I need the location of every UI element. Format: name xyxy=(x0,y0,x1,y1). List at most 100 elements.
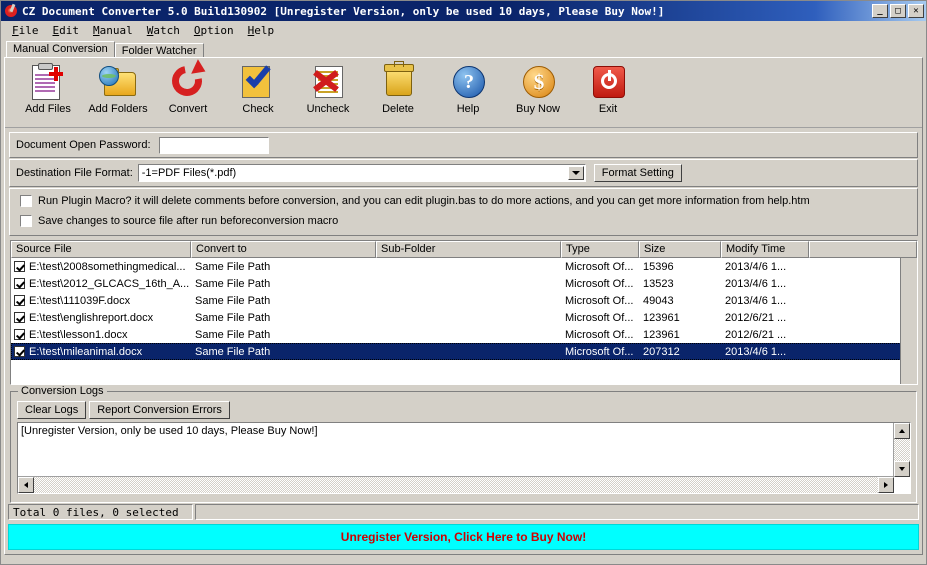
destination-format-label: Destination File Format: xyxy=(16,167,133,179)
cell-modified: 2013/4/6 1... xyxy=(725,294,787,307)
cell-modified: 2012/6/21 ... xyxy=(725,328,787,341)
conversion-logs-legend: Conversion Logs xyxy=(18,385,107,397)
cell-type: Microsoft Of... xyxy=(565,260,634,273)
cell-source-file-container: E:\test\lesson1.docx xyxy=(11,329,191,341)
help-icon: ? xyxy=(446,62,490,102)
scroll-right-icon[interactable] xyxy=(878,477,894,493)
password-label: Document Open Password: xyxy=(16,139,151,151)
toolbar-delete-button[interactable]: Delete xyxy=(363,61,433,115)
menu-item-manual[interactable]: Manual xyxy=(86,23,140,38)
toolbar-delete-label: Delete xyxy=(382,103,414,115)
tab-manual-conversion[interactable]: Manual Conversion xyxy=(6,41,115,58)
save-changes-row[interactable]: Save changes to source file after run be… xyxy=(10,211,917,231)
column-header-sub-folder[interactable]: Sub-Folder xyxy=(376,241,561,258)
column-header-spacer[interactable] xyxy=(809,241,917,258)
table-row[interactable]: E:\test\2008somethingmedical... Same File… xyxy=(11,258,917,275)
menu-item-file[interactable]: File xyxy=(5,23,46,38)
file-list[interactable]: Source File Convert to Sub-Folder Type S… xyxy=(10,240,918,385)
menu-item-edit[interactable]: Edit xyxy=(46,23,87,38)
cell-modified: 2013/4/6 1... xyxy=(725,277,787,290)
toolbar: Add Files Add Folders Convert Check Unch… xyxy=(5,58,922,128)
table-row[interactable]: E:\test\111039F.docx Same File Path Micros… xyxy=(11,292,917,309)
toolbar-buy-now-label: Buy Now xyxy=(515,103,561,115)
scroll-up-icon[interactable] xyxy=(894,423,910,439)
table-row[interactable]: E:\test\lesson1.docx Same File Path Micros… xyxy=(11,326,917,343)
toolbar-convert-label: Convert xyxy=(168,103,208,115)
save-changes-checkbox[interactable] xyxy=(20,215,32,227)
status-total-files: Total 0 files, 0 selected xyxy=(8,504,193,520)
logs-horizontal-scrollbar[interactable] xyxy=(18,476,894,493)
cell-modified: 2013/4/6 1... xyxy=(725,260,787,273)
scroll-left-icon[interactable] xyxy=(18,477,34,493)
uncheck-icon xyxy=(306,62,350,102)
table-row[interactable]: E:\test\englishreport.docx Same File Path… xyxy=(11,309,917,326)
column-header-modify-time[interactable]: Modify Time xyxy=(721,241,809,258)
column-header-source-file[interactable]: Source File xyxy=(11,241,191,258)
conversion-logs-textarea[interactable]: [Unregister Version, only be used 10 day… xyxy=(17,422,911,494)
toolbar-buy-now-button[interactable]: $ Buy Now xyxy=(503,62,573,115)
table-row[interactable]: E:\test\mileanimal.docx Same File Path Mic… xyxy=(11,343,917,360)
conversion-logs-text: [Unregister Version, only be used 10 day… xyxy=(21,425,318,437)
maximize-button[interactable]: □ xyxy=(890,4,906,18)
toolbar-add-folders-label: Add Folders xyxy=(88,103,148,115)
clear-logs-button[interactable]: Clear Logs xyxy=(17,401,87,419)
password-input[interactable] xyxy=(158,136,269,154)
toolbar-uncheck-label: Uncheck xyxy=(306,103,350,115)
toolbar-exit-button[interactable]: Exit xyxy=(573,62,643,115)
cell-modified: 2013/4/6 1... xyxy=(725,345,787,358)
chevron-down-icon[interactable] xyxy=(567,166,584,180)
column-header-type[interactable]: Type xyxy=(561,241,639,258)
logs-vertical-scrollbar[interactable] xyxy=(893,423,910,477)
table-row[interactable]: E:\test\2012_GLCACS_16th_A... Same File P… xyxy=(11,275,917,292)
menu-item-watch[interactable]: Watch xyxy=(140,23,187,38)
cell-source-file: E:\test\lesson1.docx xyxy=(29,328,128,341)
toolbar-exit-label: Exit xyxy=(598,103,618,115)
cell-type: Microsoft Of... xyxy=(565,277,634,290)
cell-source-file-container: E:\test\englishreport.docx xyxy=(11,312,191,324)
row-checkbox[interactable] xyxy=(14,278,25,289)
minimize-button[interactable]: _ xyxy=(872,4,888,18)
cell-source-file-container: E:\test\2008somethingmedical... xyxy=(11,261,191,273)
destination-format-select[interactable]: -1=PDF Files(*.pdf) xyxy=(137,164,586,182)
status-bar: Total 0 files, 0 selected xyxy=(8,504,919,520)
maximize-icon: □ xyxy=(895,5,901,16)
scroll-down-icon[interactable] xyxy=(894,461,910,477)
toolbar-add-folders-button[interactable]: Add Folders xyxy=(83,62,153,115)
plugin-macro-checkbox[interactable] xyxy=(20,195,32,207)
plugin-macro-row[interactable]: Run Plugin Macro? it will delete comment… xyxy=(10,191,917,211)
toolbar-convert-button[interactable]: Convert xyxy=(153,59,223,115)
column-header-convert-to[interactable]: Convert to xyxy=(191,241,376,258)
row-checkbox[interactable] xyxy=(14,261,25,272)
convert-icon xyxy=(166,59,210,102)
close-button[interactable]: ✕ xyxy=(908,4,924,18)
buy-now-banner[interactable]: Unregister Version, Click Here to Buy No… xyxy=(8,524,919,550)
cell-modified: 2012/6/21 ... xyxy=(725,311,787,324)
row-checkbox[interactable] xyxy=(14,312,25,323)
row-checkbox[interactable] xyxy=(14,329,25,340)
cell-source-file-container: E:\test\2012_GLCACS_16th_A... xyxy=(11,278,191,290)
toolbar-uncheck-button[interactable]: Uncheck xyxy=(293,62,363,115)
column-header-size[interactable]: Size xyxy=(639,241,721,258)
cell-source-file-container: E:\test\111039F.docx xyxy=(11,295,191,307)
cell-size: 207312 xyxy=(643,345,680,358)
file-list-scrollbar[interactable] xyxy=(900,258,917,384)
file-list-header: Source File Convert to Sub-Folder Type S… xyxy=(11,241,917,258)
log-buttons: Clear Logs Report Conversion Errors xyxy=(11,392,916,419)
report-conversion-errors-button[interactable]: Report Conversion Errors xyxy=(89,401,230,419)
toolbar-check-button[interactable]: Check xyxy=(223,62,293,115)
toolbar-add-files-button[interactable]: Add Files xyxy=(13,62,83,115)
cell-convert-to: Same File Path xyxy=(195,328,271,341)
menu-item-help[interactable]: Help xyxy=(241,23,282,38)
toolbar-help-button[interactable]: ? Help xyxy=(433,62,503,115)
cell-size: 123961 xyxy=(643,311,680,324)
cell-type: Microsoft Of... xyxy=(565,328,634,341)
cell-size: 13523 xyxy=(643,277,674,290)
plugin-macro-label: Run Plugin Macro? it will delete comment… xyxy=(38,195,810,207)
menu-item-option[interactable]: Option xyxy=(187,23,241,38)
format-setting-button[interactable]: Format Setting xyxy=(593,164,682,182)
conversion-options: Document Open Password: Destination File… xyxy=(5,128,922,236)
row-checkbox[interactable] xyxy=(14,346,25,357)
toolbar-help-label: Help xyxy=(456,103,480,115)
row-checkbox[interactable] xyxy=(14,295,25,306)
tab-strip: Manual Conversion Folder Watcher xyxy=(1,40,926,59)
